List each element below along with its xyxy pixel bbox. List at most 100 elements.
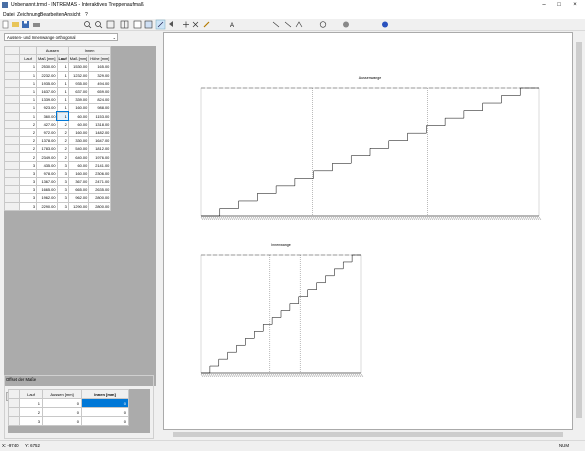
table-row[interactable]: 3 1962.00 3 962.00 2800.00 (4, 193, 112, 203)
table-row[interactable]: 2 427.00 2 60.00 1318.00 (4, 119, 112, 129)
table-cell[interactable]: 160.00 (67, 127, 90, 138)
offset-row[interactable]: 200 (8, 407, 129, 417)
offset-cell[interactable]: 0 (81, 407, 129, 417)
table-cell[interactable]: 972.00 (36, 127, 58, 138)
table-cell[interactable]: 2800.00 (88, 201, 112, 211)
delete-icon[interactable] (192, 21, 199, 28)
zoom-in-icon[interactable] (84, 21, 92, 29)
open-folder-icon[interactable] (12, 22, 19, 27)
drawing-canvas[interactable]: Aussenwange Innenwange (163, 32, 573, 430)
table-cell[interactable]: 3 (56, 176, 69, 187)
menu-zeichnung[interactable]: Zeichnung (17, 12, 40, 18)
row-header[interactable] (4, 95, 20, 105)
table-cell[interactable]: 3 (19, 201, 37, 211)
table-row[interactable]: 3 2290.00 3 1290.00 2800.00 (4, 201, 112, 211)
offset-row[interactable]: 100 (8, 398, 129, 408)
table-row[interactable]: 1 923.00 1 160.00 988.00 (4, 103, 112, 113)
table-cell[interactable]: 367.00 (67, 176, 90, 187)
table-cell[interactable]: 1 (19, 70, 37, 80)
table-cell[interactable]: 1 (55, 110, 70, 122)
offset-table[interactable]: Lauf Aussen [mm] Innen [mm] 100200300 (8, 389, 129, 426)
table-row[interactable]: 2 2349.00 2 640.00 1976.00 (4, 152, 112, 162)
offset-cell[interactable]: 0 (42, 416, 82, 426)
table-cell[interactable]: 1378.00 (36, 136, 58, 146)
table-cell[interactable]: 1 (56, 62, 69, 72)
horizontal-scroll-thumb[interactable] (173, 432, 563, 437)
table-row[interactable]: 2 1783.00 2 540.00 1812.00 (4, 144, 112, 154)
table-cell[interactable]: 978.00 (36, 168, 58, 179)
vertical-scroll-thumb[interactable] (576, 42, 582, 418)
row-header[interactable] (4, 78, 20, 88)
table-cell[interactable]: 1367.00 (36, 176, 58, 187)
menu-bearbeiten[interactable]: Bearbeiten (40, 12, 64, 18)
table-cell[interactable]: 3 (19, 168, 37, 179)
line-icon[interactable] (155, 19, 166, 30)
row-header[interactable] (4, 119, 20, 129)
table-cell[interactable]: 330.00 (67, 136, 90, 146)
table-cell[interactable]: 2 (19, 119, 37, 129)
table-cell[interactable]: 3 (56, 185, 69, 195)
grid-icon[interactable] (120, 20, 129, 29)
offset-cell[interactable]: 2 (19, 407, 43, 417)
table-cell[interactable]: 2232.00 (36, 70, 58, 80)
stairs-icon[interactable] (144, 20, 153, 29)
table-cell[interactable]: 1637.00 (36, 86, 58, 97)
pencil-icon[interactable] (203, 21, 210, 28)
table-cell[interactable]: 962.00 (67, 193, 90, 203)
table-cell[interactable]: 2 (56, 136, 69, 146)
print-icon[interactable] (33, 23, 40, 27)
table-cell[interactable]: 360.00 (36, 111, 58, 121)
table-cell[interactable]: 3 (19, 176, 37, 187)
row-header[interactable] (4, 168, 20, 179)
table-cell[interactable]: 435.00 (36, 160, 58, 170)
table-cell[interactable]: 60.00 (67, 119, 90, 129)
zoom-out-icon[interactable] (95, 21, 103, 29)
table-cell[interactable]: 3 (56, 201, 69, 211)
row-header[interactable] (4, 111, 20, 121)
line-tool-icon[interactable] (284, 21, 292, 28)
table-cell[interactable]: 1482.00 (88, 127, 112, 138)
offset-cell[interactable]: 0 (42, 398, 82, 408)
table-cell[interactable]: 3 (19, 185, 37, 195)
table-cell[interactable]: 1 (56, 103, 69, 113)
table-icon[interactable] (133, 20, 142, 29)
table-row[interactable]: 2 1378.00 2 330.00 1647.00 (4, 136, 112, 146)
table-cell[interactable]: 2306.00 (88, 168, 112, 179)
table-cell[interactable]: 1 (19, 111, 37, 121)
table-row[interactable]: 1 2530.00 1 1530.00 165.00 (4, 62, 112, 72)
table-cell[interactable]: 1976.00 (88, 152, 112, 162)
text-icon[interactable]: A (230, 23, 234, 29)
row-header[interactable] (4, 144, 20, 154)
table-cell[interactable]: 1 (19, 62, 37, 72)
table-cell[interactable]: 2349.00 (36, 152, 58, 162)
measure-icon[interactable] (272, 21, 280, 28)
row-header[interactable] (4, 127, 20, 138)
zoom-fit-icon[interactable] (106, 20, 115, 29)
maximize-button[interactable]: □ (553, 1, 565, 9)
table-cell[interactable]: 2290.00 (36, 201, 58, 211)
offset-cell[interactable]: 3 (19, 416, 43, 426)
row-header[interactable] (4, 201, 20, 211)
table-cell[interactable]: 1 (19, 86, 37, 97)
save-icon[interactable] (22, 21, 29, 28)
table-row[interactable]: 1 2232.00 1 1232.00 329.00 (4, 70, 112, 80)
move-icon[interactable] (183, 21, 189, 28)
table-cell[interactable]: 1153.00 (88, 111, 112, 121)
close-button[interactable]: × (569, 1, 581, 9)
table-cell[interactable]: 637.00 (67, 86, 90, 97)
table-cell[interactable]: 2 (19, 136, 37, 146)
table-cell[interactable]: 427.00 (36, 119, 58, 129)
table-cell[interactable]: 988.00 (88, 103, 112, 113)
table-cell[interactable]: 540.00 (67, 144, 90, 154)
row-header[interactable] (4, 86, 20, 97)
table-cell[interactable]: 1 (19, 103, 37, 113)
table-cell[interactable]: 160.00 (67, 168, 90, 179)
menu-datei[interactable]: Datei (3, 12, 15, 18)
table-cell[interactable]: 60.00 (67, 111, 90, 121)
table-cell[interactable]: 2 (56, 119, 69, 129)
row-header[interactable] (4, 70, 20, 80)
table-cell[interactable]: 1 (56, 95, 69, 105)
table-cell[interactable]: 1783.00 (36, 144, 58, 154)
tool-icon[interactable] (169, 21, 173, 27)
table-cell[interactable]: 640.00 (67, 152, 90, 162)
